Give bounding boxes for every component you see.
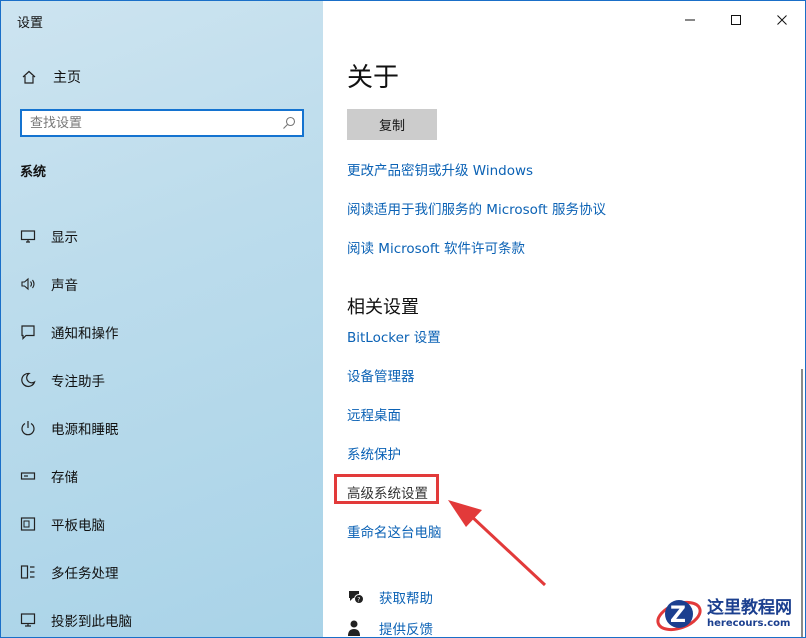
device-manager-link[interactable]: 设备管理器 [347,365,415,385]
minimize-icon [685,19,695,21]
section-title: 系统 [20,165,47,180]
maximize-button[interactable] [713,1,759,39]
close-icon [777,15,787,25]
moon-icon [21,372,36,388]
advanced-system-settings-link[interactable]: 高级系统设置 [347,482,428,502]
sidebar-item-label: 投影到此电脑 [51,614,132,630]
sidebar-item-focus-assist[interactable]: 专注助手 [1,356,323,404]
home-icon [22,70,36,84]
svg-text:?: ? [357,597,360,604]
copy-button[interactable]: 复制 [347,109,437,140]
sidebar-item-sound[interactable]: 声音 [1,260,323,308]
settings-window: 设置 主页 系统 显示 [0,0,806,638]
watermark-cn: 这里教程网 [707,598,792,618]
remote-desktop-link[interactable]: 远程桌面 [347,404,401,424]
page-title: 关于 [347,63,400,93]
sidebar-item-home[interactable]: 主页 [1,61,323,93]
speaker-icon [21,277,35,291]
feedback-label: 提供反馈 [379,622,433,638]
search-icon[interactable] [282,116,296,130]
monitor-icon [20,230,36,243]
sidebar-item-power-sleep[interactable]: 电源和睡眠 [1,404,323,452]
system-protection-link[interactable]: 系统保护 [347,443,401,463]
maximize-icon [731,15,741,25]
related-settings-title: 相关设置 [347,297,419,318]
bitlocker-settings-link[interactable]: BitLocker 设置 [347,326,441,346]
service-agreement-link[interactable]: 阅读适用于我们服务的 Microsoft 服务协议 [347,198,606,218]
help-chat-icon: ? [349,591,364,604]
watermark: Z 这里教程网 herecours.com [655,592,805,636]
project-icon [20,613,36,627]
feedback-icon [348,620,360,636]
sidebar-item-multitasking[interactable]: 多任务处理 [1,548,323,596]
watermark-logo-letter: Z [670,603,686,628]
sidebar-item-label: 主页 [53,70,81,86]
get-help-link[interactable]: ? 获取帮助 [347,586,433,608]
change-product-key-link[interactable]: 更改产品密钥或升级 Windows [347,159,533,179]
feedback-link[interactable]: 提供反馈 [347,617,433,638]
minimize-button[interactable] [667,1,713,39]
multitask-icon [20,565,35,579]
sidebar-item-display[interactable]: 显示 [1,212,323,260]
watermark-logo-icon: Z [656,600,702,632]
sidebar: 设置 主页 系统 显示 [1,1,323,637]
power-icon [21,421,35,436]
tablet-icon [20,517,36,531]
search-input[interactable] [22,111,282,135]
main-content: 关于 复制 更改产品密钥或升级 Windows 阅读适用于我们服务的 Micro… [323,1,805,637]
app-title: 设置 [17,16,44,31]
sidebar-nav: 显示 声音 通知和操作 专注助手 电源和睡眠 存储 平板电脑 多任务处理 投影到… [1,212,323,637]
sidebar-item-label: 电源和睡眠 [51,422,119,438]
watermark-text: 这里教程网 herecours.com [707,598,792,630]
sidebar-item-label: 声音 [51,278,78,294]
sidebar-item-label: 多任务处理 [51,566,119,582]
search-box[interactable] [20,109,304,137]
rename-pc-link[interactable]: 重命名这台电脑 [347,521,442,541]
sidebar-item-tablet[interactable]: 平板电脑 [1,500,323,548]
window-controls [667,1,805,39]
license-terms-link[interactable]: 阅读 Microsoft 软件许可条款 [347,237,525,257]
sidebar-item-notifications[interactable]: 通知和操作 [1,308,323,356]
sidebar-item-storage[interactable]: 存储 [1,452,323,500]
watermark-en: herecours.com [707,618,791,629]
sidebar-item-label: 显示 [51,230,78,246]
sidebar-item-label: 通知和操作 [51,326,119,342]
storage-icon [20,472,36,480]
notification-icon [21,325,35,340]
sidebar-item-label: 平板电脑 [51,518,105,534]
close-button[interactable] [759,1,805,39]
sidebar-item-label: 存储 [51,470,78,486]
sidebar-item-project-to-pc[interactable]: 投影到此电脑 [1,596,323,637]
sidebar-item-label: 专注助手 [51,374,105,390]
get-help-label: 获取帮助 [379,591,433,607]
